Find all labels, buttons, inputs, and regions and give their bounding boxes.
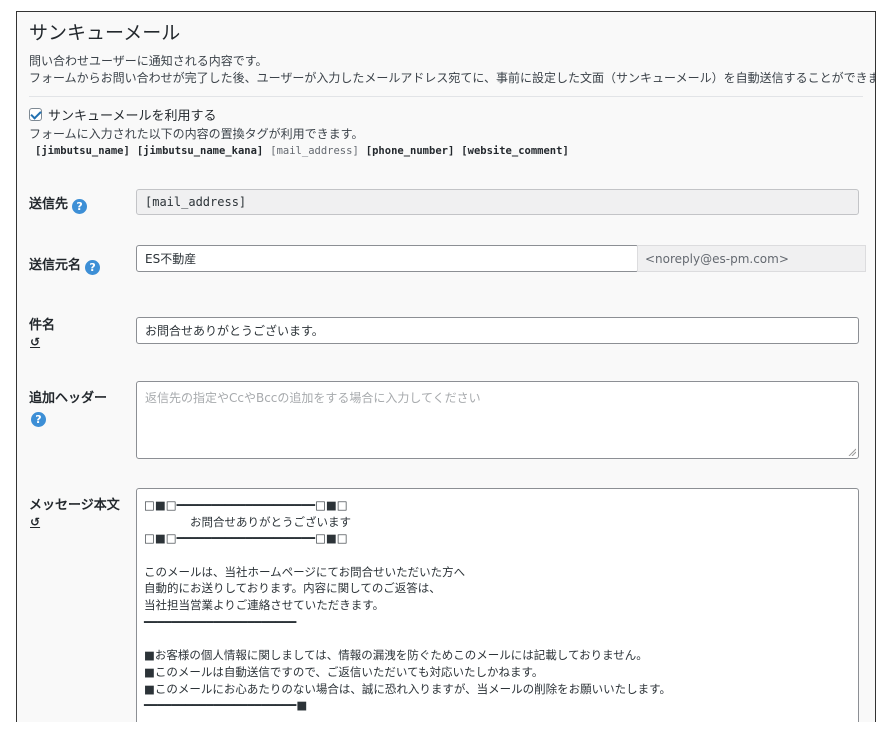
message-body-label-text: メッセージ本文 bbox=[29, 498, 120, 513]
enable-checkbox[interactable] bbox=[29, 108, 42, 121]
from-address-addon: <noreply@es-pm.com> bbox=[637, 245, 866, 272]
tag-website-comment: [website_comment] bbox=[461, 145, 569, 157]
from-name-input[interactable]: ES不動産 bbox=[136, 245, 639, 272]
message-line: このメールは、当社ホームページにてお問合せいただいた方へ bbox=[144, 564, 466, 579]
reset-icon[interactable]: ↺ bbox=[30, 515, 120, 529]
enable-thank-you-mail-option[interactable]: サンキューメールを利用する bbox=[29, 105, 216, 124]
from-name-label: 送信元名? bbox=[29, 254, 101, 275]
reset-icon[interactable]: ↺ bbox=[30, 335, 55, 349]
message-line: ■このメールにお心あたりのない場合は、誠に恐れ入りますが、当メールの削除をお願い… bbox=[144, 681, 671, 696]
message-line: ━━━━━━━━━━━━━━━━━━━━━━■ bbox=[144, 698, 308, 713]
message-line: ■お客様の個人情報に関しましては、情報の漏洩を防ぐためこのメールには記載しており… bbox=[144, 648, 648, 663]
message-line: 自動的にお送りしております。内容に関してのご返答は、 bbox=[144, 581, 441, 596]
help-icon[interactable]: ? bbox=[31, 412, 46, 427]
message-line bbox=[144, 547, 851, 564]
divider bbox=[29, 96, 863, 97]
tag-note: フォームに入力された以下の内容の置換タグが利用できます。 bbox=[29, 127, 364, 141]
message-line: □■□━━━━━━━━━━━━━━━━━━━━□■□ bbox=[144, 531, 348, 546]
message-body-textarea[interactable]: □■□━━━━━━━━━━━━━━━━━━━━□■□ お問合せありがとうございま… bbox=[136, 488, 859, 722]
tag-phone-number: [phone_number] bbox=[365, 145, 455, 157]
to-label: 送信先? bbox=[29, 193, 88, 214]
replacement-tags: [jimbutsu_name] [jimbutsu_name_kana] [mail… bbox=[35, 145, 576, 157]
message-line: お問合せありがとうございます bbox=[144, 514, 351, 529]
message-line: □■□━━━━━━━━━━━━━━━━━━━━□■□ bbox=[144, 498, 348, 512]
message-body-label: メッセージ本文 ↺ bbox=[29, 494, 120, 529]
message-line: ━━━━━━━━━━━━━━━━━━━━━━ bbox=[144, 614, 297, 629]
tag-mail-address: [mail_address] bbox=[270, 145, 359, 157]
subject-label: 件名 ↺ bbox=[29, 314, 55, 349]
help-icon[interactable]: ? bbox=[72, 199, 88, 214]
extra-headers-placeholder: 返信先の指定やCcやBccの追加をする場合に入力してください bbox=[145, 391, 481, 405]
resize-handle-icon[interactable] bbox=[848, 448, 856, 456]
thank-you-mail-panel: サンキューメール 問い合わせユーザーに通知される内容です。 フォームからお問い合… bbox=[16, 11, 876, 722]
extra-headers-textarea[interactable]: 返信先の指定やCcやBccの追加をする場合に入力してください bbox=[136, 381, 859, 459]
extra-headers-label-text: 追加ヘッダー bbox=[29, 391, 108, 406]
message-line bbox=[144, 631, 851, 648]
from-name-label-text: 送信元名 bbox=[29, 258, 82, 273]
tag-jimbutsu-name: [jimbutsu_name] bbox=[35, 145, 130, 157]
enable-checkbox-label: サンキューメールを利用する bbox=[48, 109, 217, 124]
subject-input[interactable]: お問合せありがとうございます。 bbox=[136, 317, 859, 344]
section-title: サンキューメール bbox=[29, 22, 181, 44]
help-icon[interactable]: ? bbox=[85, 260, 101, 275]
message-line: 当社担当営業よりご連絡させていただきます。 bbox=[144, 598, 385, 613]
to-label-text: 送信先 bbox=[29, 197, 69, 212]
section-description-1: 問い合わせユーザーに通知される内容です。 bbox=[29, 54, 268, 68]
extra-headers-label: 追加ヘッダー ? bbox=[29, 387, 107, 427]
subject-label-text: 件名 bbox=[29, 318, 56, 333]
to-field: [mail_address] bbox=[136, 189, 859, 215]
message-line: ■このメールは自動送信ですので、ご返信いただいても対応いたしかねます。 bbox=[144, 664, 544, 679]
section-description-2: フォームからお問い合わせが完了した後、ユーザーが入力したメールアドレス宛てに、事… bbox=[29, 71, 876, 85]
tag-jimbutsu-name-kana: [jimbutsu_name_kana] bbox=[136, 145, 264, 157]
